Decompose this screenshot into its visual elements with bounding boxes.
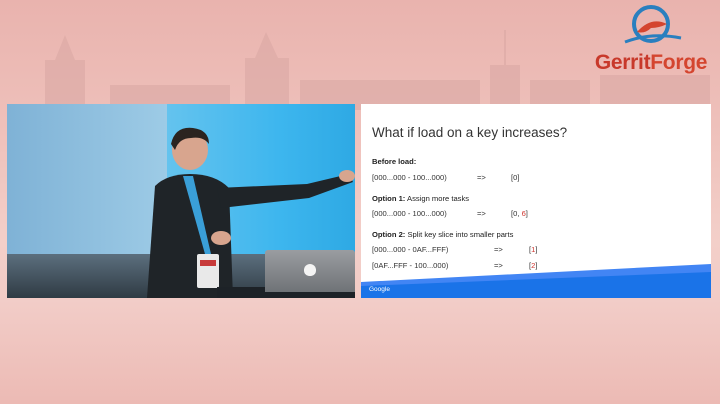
heading-rest: Split key slice into smaller parts xyxy=(405,230,514,239)
heading-bold: Before load: xyxy=(372,157,417,166)
section-option-2-heading: Option 2: Split key slice into smaller p… xyxy=(372,230,513,239)
logo-word-gerrit: Gerrit xyxy=(594,51,651,74)
speaker-video xyxy=(7,104,355,298)
arrow: => xyxy=(494,245,503,254)
slide-footer-band xyxy=(361,264,711,298)
heading-rest: Assign more tasks xyxy=(405,194,470,203)
key-range: [000...000 - 0AF...FFF) xyxy=(372,245,449,254)
task-assignment: [1] xyxy=(529,245,538,254)
arrow: => xyxy=(477,209,486,218)
key-range: [000...000 - 100...000) xyxy=(372,173,447,182)
google-footer-label: Google xyxy=(369,286,390,293)
apple-icon xyxy=(304,264,316,276)
gerritforge-bird-icon xyxy=(624,5,682,44)
slide-title: What if load on a key increases? xyxy=(372,125,568,140)
logo-word-forge: Forge xyxy=(650,51,708,74)
section-before-load-heading: Before load: xyxy=(372,157,416,166)
key-range: [000...000 - 100...000) xyxy=(372,209,447,218)
laptop xyxy=(265,250,355,292)
task-assignment: [0, 6] xyxy=(511,209,528,218)
section-option-1-heading: Option 1: Assign more tasks xyxy=(372,194,469,203)
river-backdrop xyxy=(0,300,720,404)
heading-bold: Option 2: xyxy=(372,230,406,239)
arrow: => xyxy=(477,173,486,182)
gerritforge-wordmark: GerritForge xyxy=(585,51,717,75)
presentation-slide: What if load on a key increases? Before … xyxy=(361,104,711,298)
gerritforge-logo: GerritForge xyxy=(585,2,717,82)
heading-bold: Option 1: xyxy=(372,194,406,203)
task-assignment: [0] xyxy=(511,173,520,182)
